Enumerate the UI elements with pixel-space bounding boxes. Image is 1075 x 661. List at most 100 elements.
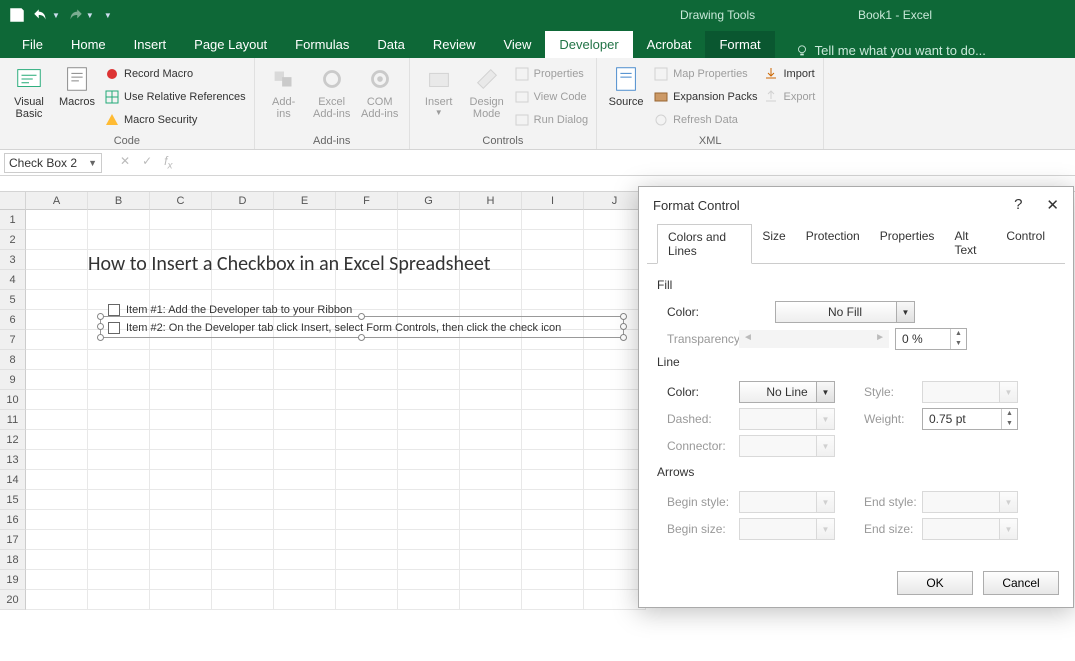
export-button[interactable]: Export	[763, 87, 815, 107]
cell[interactable]	[88, 450, 150, 470]
resize-handle[interactable]	[358, 313, 365, 320]
cell[interactable]	[336, 510, 398, 530]
cell[interactable]	[460, 470, 522, 490]
cell[interactable]	[88, 490, 150, 510]
cell[interactable]	[212, 410, 274, 430]
cell[interactable]	[336, 550, 398, 570]
end-size-combo[interactable]: ▼	[922, 518, 1018, 540]
row-header[interactable]: 16	[0, 510, 26, 530]
tab-view[interactable]: View	[489, 31, 545, 58]
cell[interactable]	[584, 390, 646, 410]
cell[interactable]	[26, 370, 88, 390]
cell[interactable]	[584, 410, 646, 430]
end-style-combo[interactable]: ▼	[922, 491, 1018, 513]
cell[interactable]	[274, 210, 336, 230]
cell[interactable]	[212, 570, 274, 590]
cell[interactable]	[460, 410, 522, 430]
cell[interactable]	[88, 510, 150, 530]
cancel-button[interactable]: Cancel	[983, 571, 1059, 595]
cell[interactable]	[26, 270, 88, 290]
cell[interactable]	[26, 530, 88, 550]
resize-handle[interactable]	[97, 313, 104, 320]
insert-control-button[interactable]: Insert▼	[418, 62, 460, 133]
cell[interactable]	[522, 430, 584, 450]
cell[interactable]	[212, 430, 274, 450]
resize-handle[interactable]	[358, 334, 365, 341]
tab-data[interactable]: Data	[363, 31, 418, 58]
resize-handle[interactable]	[97, 334, 104, 341]
close-icon[interactable]: ✕	[1046, 196, 1059, 214]
column-header[interactable]: H	[460, 192, 522, 210]
resize-handle[interactable]	[620, 323, 627, 330]
row-header[interactable]: 11	[0, 410, 26, 430]
cell[interactable]	[26, 430, 88, 450]
row-header[interactable]: 3	[0, 250, 26, 270]
row-header[interactable]: 7	[0, 330, 26, 350]
cell[interactable]	[274, 370, 336, 390]
row-header[interactable]: 9	[0, 370, 26, 390]
relative-refs-button[interactable]: Use Relative References	[104, 87, 246, 107]
visual-basic-button[interactable]: Visual Basic	[8, 62, 50, 133]
cell[interactable]	[336, 230, 398, 250]
cell[interactable]	[336, 210, 398, 230]
cell[interactable]	[522, 370, 584, 390]
cancel-formula-icon[interactable]: ✕	[120, 154, 130, 171]
cell[interactable]	[26, 490, 88, 510]
cell[interactable]	[88, 370, 150, 390]
tab-formulas[interactable]: Formulas	[281, 31, 363, 58]
cell[interactable]	[212, 550, 274, 570]
cell[interactable]	[274, 550, 336, 570]
cell[interactable]	[460, 450, 522, 470]
cell[interactable]	[336, 430, 398, 450]
tab-size[interactable]: Size	[752, 224, 795, 264]
cell[interactable]	[274, 390, 336, 410]
cell[interactable]	[460, 590, 522, 610]
cell[interactable]	[584, 570, 646, 590]
properties-button[interactable]: Properties	[514, 64, 588, 84]
cell[interactable]	[26, 290, 88, 310]
cell[interactable]	[88, 570, 150, 590]
cell[interactable]	[150, 370, 212, 390]
cell[interactable]	[398, 530, 460, 550]
cell[interactable]	[522, 450, 584, 470]
cell[interactable]	[88, 230, 150, 250]
tab-format[interactable]: Format	[705, 31, 774, 58]
excel-addins-button[interactable]: Excel Add-ins	[311, 62, 353, 133]
map-properties-button[interactable]: Map Properties	[653, 64, 757, 84]
cell[interactable]	[150, 410, 212, 430]
cell[interactable]	[584, 290, 646, 310]
tab-colors-lines[interactable]: Colors and Lines	[657, 224, 752, 264]
row-header[interactable]: 2	[0, 230, 26, 250]
cell[interactable]	[522, 350, 584, 370]
cell[interactable]	[584, 590, 646, 610]
select-all-corner[interactable]	[0, 192, 26, 210]
fill-color-combo[interactable]: No Fill▼	[775, 301, 915, 323]
cell[interactable]	[150, 590, 212, 610]
checkbox-icon[interactable]	[108, 304, 120, 316]
cell[interactable]	[522, 390, 584, 410]
cell[interactable]	[398, 210, 460, 230]
cell[interactable]	[212, 370, 274, 390]
tab-insert[interactable]: Insert	[120, 31, 181, 58]
cell[interactable]	[274, 430, 336, 450]
cell[interactable]	[398, 430, 460, 450]
begin-style-combo[interactable]: ▼	[739, 491, 835, 513]
cell[interactable]	[398, 570, 460, 590]
row-header[interactable]: 13	[0, 450, 26, 470]
cell[interactable]	[584, 450, 646, 470]
cell[interactable]	[212, 450, 274, 470]
cell[interactable]	[274, 510, 336, 530]
expansion-packs-button[interactable]: Expansion Packs	[653, 87, 757, 107]
cell[interactable]	[150, 210, 212, 230]
transparency-slider[interactable]: ◄►	[739, 330, 889, 348]
cell[interactable]	[584, 510, 646, 530]
design-mode-button[interactable]: Design Mode	[466, 62, 508, 133]
tab-home[interactable]: Home	[57, 31, 120, 58]
column-header[interactable]: F	[336, 192, 398, 210]
help-icon[interactable]: ?	[1014, 196, 1022, 214]
cell[interactable]	[150, 430, 212, 450]
cell[interactable]	[336, 350, 398, 370]
tab-properties[interactable]: Properties	[870, 224, 945, 264]
cell[interactable]	[212, 590, 274, 610]
cell[interactable]	[584, 490, 646, 510]
